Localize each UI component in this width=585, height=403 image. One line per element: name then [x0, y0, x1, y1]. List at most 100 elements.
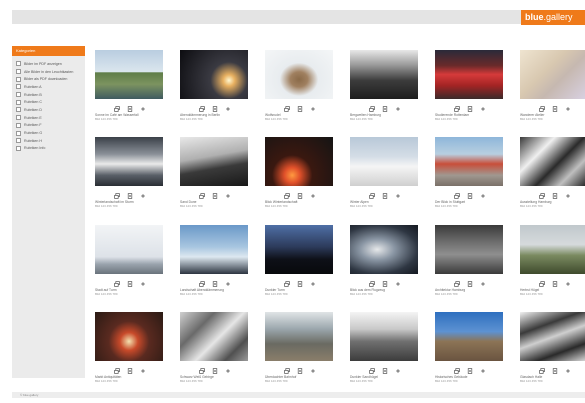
thumbnail-image[interactable]: [180, 137, 248, 186]
thumbnail-image[interactable]: [95, 137, 163, 186]
detail-icon[interactable]: [212, 106, 218, 112]
thumbnail-image[interactable]: [435, 137, 503, 186]
sidebar-item[interactable]: Rubriken H: [12, 137, 85, 145]
sidebar-item[interactable]: Rubriken B: [12, 91, 85, 99]
lightbox-icon[interactable]: [539, 281, 545, 287]
add-icon[interactable]: [480, 281, 486, 287]
lightbox-icon[interactable]: [114, 106, 120, 112]
add-icon[interactable]: [310, 106, 316, 112]
sidebar-item[interactable]: Bilder im PDF anzeigen: [12, 60, 85, 68]
thumbnail-image[interactable]: [435, 312, 503, 361]
thumbnail-image[interactable]: [180, 50, 248, 99]
thumbnail-image[interactable]: [95, 225, 163, 274]
add-icon[interactable]: [395, 106, 401, 112]
add-icon[interactable]: [565, 368, 571, 374]
lightbox-icon[interactable]: [454, 106, 460, 112]
thumbnail-image[interactable]: [180, 225, 248, 274]
thumbnail-image[interactable]: [265, 137, 333, 186]
detail-icon[interactable]: [382, 368, 388, 374]
thumbnail-image[interactable]: [520, 50, 585, 99]
add-icon[interactable]: [225, 106, 231, 112]
thumbnail-image[interactable]: [95, 312, 163, 361]
detail-icon[interactable]: [382, 281, 388, 287]
detail-icon[interactable]: [552, 281, 558, 287]
thumbnail-image[interactable]: [435, 225, 503, 274]
lightbox-icon[interactable]: [199, 281, 205, 287]
lightbox-icon[interactable]: [454, 281, 460, 287]
add-icon[interactable]: [395, 193, 401, 199]
thumbnail-image[interactable]: [265, 312, 333, 361]
thumbnail-image[interactable]: [350, 50, 418, 99]
detail-icon[interactable]: [297, 281, 303, 287]
add-icon[interactable]: [140, 368, 146, 374]
lightbox-icon[interactable]: [284, 281, 290, 287]
add-icon[interactable]: [310, 193, 316, 199]
add-icon[interactable]: [140, 281, 146, 287]
add-icon[interactable]: [480, 106, 486, 112]
add-icon[interactable]: [565, 193, 571, 199]
detail-icon[interactable]: [212, 368, 218, 374]
detail-icon[interactable]: [297, 106, 303, 112]
detail-icon[interactable]: [467, 281, 473, 287]
add-icon[interactable]: [565, 106, 571, 112]
lightbox-icon[interactable]: [284, 193, 290, 199]
lightbox-icon[interactable]: [454, 368, 460, 374]
add-icon[interactable]: [225, 368, 231, 374]
lightbox-icon[interactable]: [369, 193, 375, 199]
detail-icon[interactable]: [552, 368, 558, 374]
thumbnail-image[interactable]: [350, 225, 418, 274]
lightbox-icon[interactable]: [539, 106, 545, 112]
lightbox-icon[interactable]: [369, 281, 375, 287]
detail-icon[interactable]: [467, 106, 473, 112]
thumbnail-image[interactable]: [435, 50, 503, 99]
thumbnail-image[interactable]: [265, 225, 333, 274]
lightbox-icon[interactable]: [114, 281, 120, 287]
detail-icon[interactable]: [127, 193, 133, 199]
sidebar-item[interactable]: Rubriken C: [12, 98, 85, 106]
thumbnail-image[interactable]: [520, 137, 585, 186]
add-icon[interactable]: [140, 193, 146, 199]
lightbox-icon[interactable]: [199, 368, 205, 374]
add-icon[interactable]: [310, 281, 316, 287]
sidebar-item[interactable]: Rubriken D: [12, 106, 85, 114]
sidebar-item[interactable]: Rubriken Info: [12, 145, 85, 153]
detail-icon[interactable]: [382, 106, 388, 112]
thumbnail-image[interactable]: [265, 50, 333, 99]
detail-icon[interactable]: [552, 106, 558, 112]
detail-icon[interactable]: [212, 193, 218, 199]
add-icon[interactable]: [565, 281, 571, 287]
add-icon[interactable]: [225, 193, 231, 199]
add-icon[interactable]: [395, 368, 401, 374]
lightbox-icon[interactable]: [369, 368, 375, 374]
add-icon[interactable]: [480, 193, 486, 199]
thumbnail-image[interactable]: [95, 50, 163, 99]
lightbox-icon[interactable]: [284, 106, 290, 112]
lightbox-icon[interactable]: [284, 368, 290, 374]
lightbox-icon[interactable]: [539, 193, 545, 199]
sidebar-item[interactable]: Rubriken G: [12, 129, 85, 137]
add-icon[interactable]: [310, 368, 316, 374]
thumbnail-image[interactable]: [180, 312, 248, 361]
detail-icon[interactable]: [297, 368, 303, 374]
detail-icon[interactable]: [212, 281, 218, 287]
lightbox-icon[interactable]: [454, 193, 460, 199]
detail-icon[interactable]: [382, 193, 388, 199]
add-icon[interactable]: [225, 281, 231, 287]
lightbox-icon[interactable]: [114, 368, 120, 374]
thumbnail-image[interactable]: [520, 225, 585, 274]
detail-icon[interactable]: [127, 281, 133, 287]
sidebar-item[interactable]: Rubriken F: [12, 122, 85, 130]
sidebar-item[interactable]: Rubriken A: [12, 83, 85, 91]
thumbnail-image[interactable]: [350, 137, 418, 186]
detail-icon[interactable]: [467, 193, 473, 199]
lightbox-icon[interactable]: [199, 106, 205, 112]
sidebar-item[interactable]: Rubriken E: [12, 114, 85, 122]
sidebar-item[interactable]: Alle Bilder in den Leuchtkasten: [12, 68, 85, 76]
add-icon[interactable]: [140, 106, 146, 112]
lightbox-icon[interactable]: [199, 193, 205, 199]
sidebar-item[interactable]: Bilder als PDF downloaden: [12, 75, 85, 83]
detail-icon[interactable]: [127, 106, 133, 112]
thumbnail-image[interactable]: [520, 312, 585, 361]
add-icon[interactable]: [480, 368, 486, 374]
lightbox-icon[interactable]: [539, 368, 545, 374]
